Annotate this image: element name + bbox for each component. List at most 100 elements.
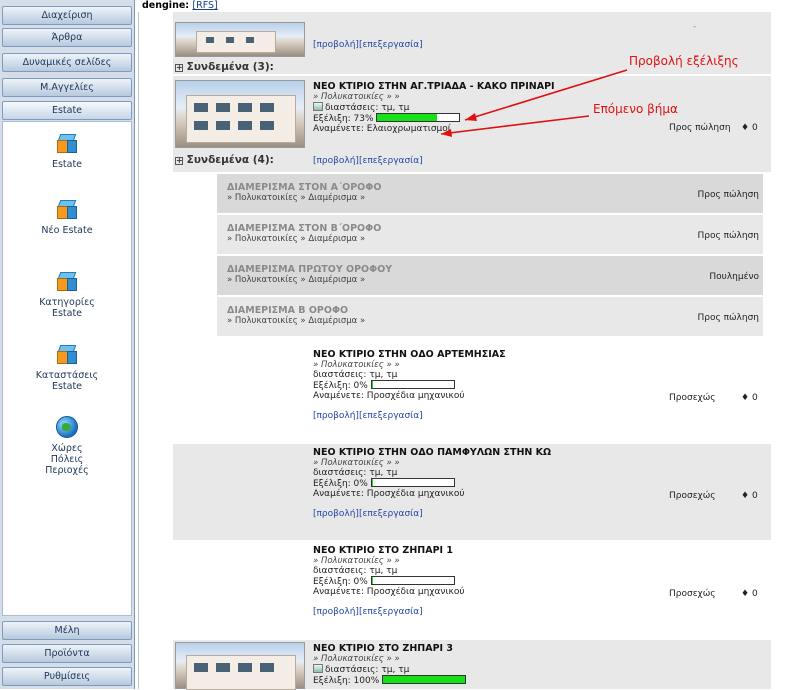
sidebar-item-ads[interactable]: Μ.Αγγελίες bbox=[2, 78, 132, 97]
subitem-status: Προς πώληση bbox=[697, 190, 759, 200]
property-title[interactable]: ΝΕΟ ΚΤΙΡΙΟ ΣΤΗΝ ΟΔΟ ΑΡΤΕΜΗΣΙΑΣ bbox=[313, 350, 506, 360]
progress-bar bbox=[382, 675, 467, 684]
sidebar-item-products[interactable]: Προϊόντα bbox=[2, 644, 132, 663]
edit-link[interactable]: [επεξεργασία] bbox=[359, 40, 423, 50]
subitem-row: ΔΙΑΜΕΡΙΣΜΑ Β ΟΡΟΦΟ » Πολυκατοικίες » Δια… bbox=[217, 297, 763, 336]
view-link[interactable]: [προβολή] bbox=[313, 411, 359, 421]
subitem-title[interactable]: ΔΙΑΜΕΡΙΣΜΑ ΣΤΟΝ Β΄ΟΡΟΦΟ bbox=[227, 223, 381, 234]
top-bar: dengine: [RFS] bbox=[142, 0, 218, 12]
edit-link[interactable]: [επεξεργασία] bbox=[359, 509, 423, 519]
property-photo bbox=[175, 22, 305, 57]
list-item: ΝΕΟ ΚΤΙΡΙΟ ΣΤΗΝ ΟΔΟ ΠΑΜΦΥΛΩΝ ΣΤΗΝ ΚΩ » Π… bbox=[173, 444, 771, 540]
sidebar-item-articles[interactable]: Άρθρα bbox=[2, 28, 132, 47]
property-path: » Πολυκατοικίες » » bbox=[313, 360, 400, 370]
tool-new-estate[interactable]: Νέο Estate bbox=[3, 198, 131, 236]
progress-label: Εξέλιξη: 73% bbox=[313, 114, 374, 124]
property-path: » Πολυκατοικίες » » bbox=[313, 92, 400, 102]
view-link[interactable]: [προβολή] bbox=[313, 156, 359, 166]
property-dims: διαστάσεις: τμ, τμ bbox=[313, 370, 398, 380]
edit-link[interactable]: [επεξεργασία] bbox=[359, 607, 423, 617]
cube-icon bbox=[54, 198, 80, 222]
edit-link[interactable]: [επεξεργασία] bbox=[359, 411, 423, 421]
subitem-row: ΔΙΑΜΕΡΙΣΜΑ ΣΤΟΝ Β΄ΟΡΟΦΟ » Πολυκατοικίες … bbox=[217, 215, 763, 254]
sidebar-item-settings[interactable]: Ρυθμίσεις bbox=[2, 667, 132, 686]
subitem-path: » Πολυκατοικίες » Διαμέρισμα » bbox=[227, 193, 366, 203]
expected-step: Αναμένετε: Ελαιοχρωματισμοί bbox=[313, 124, 451, 134]
subitem-path: » Πολυκατοικίες » Διαμέρισμα » bbox=[227, 234, 366, 244]
subitem-title[interactable]: ΔΙΑΜΕΡΙΣΜΑ ΠΡΩΤΟΥ ΟΡΟΦΟΥ bbox=[227, 264, 392, 275]
related-label: Συνδεμένα (4): bbox=[186, 154, 274, 166]
tool-estate[interactable]: Estate bbox=[3, 132, 131, 170]
related-label: Συνδεμένα (3): bbox=[186, 61, 274, 73]
subitem-title[interactable]: ΔΙΑΜΕΡΙΣΜΑ Β ΟΡΟΦΟ bbox=[227, 305, 365, 316]
progress-label: Εξέλιξη: 0% bbox=[313, 381, 368, 391]
list-item: ΝΕΟ ΚΤΙΡΙΟ ΣΤΟ ΖΗΠΑΡΙ 1 » Πολυκατοικίες … bbox=[173, 542, 771, 638]
annotation-next-step: Επόμενο βήμα bbox=[593, 102, 678, 116]
image-icon bbox=[313, 102, 323, 111]
tool-locations[interactable]: Χώρες Πόλεις Περιοχές bbox=[3, 416, 131, 476]
view-link[interactable]: [προβολή] bbox=[313, 607, 359, 617]
tool-estate-categories[interactable]: Κατηγορίες Estate bbox=[3, 270, 131, 319]
subitem-row: ΔΙΑΜΕΡΙΣΜΑ ΠΡΩΤΟΥ ΟΡΟΦΟΥ » Πολυκατοικίες… bbox=[217, 256, 763, 295]
tool-locations-label: Χώρες Πόλεις Περιοχές bbox=[45, 443, 89, 476]
tool-estate-label: Estate bbox=[51, 159, 83, 170]
property-dims: διαστάσεις: τμ, τμ bbox=[313, 566, 398, 576]
property-dims: διαστάσεις: τμ, τμ bbox=[313, 468, 398, 478]
status-text: Προς πώληση bbox=[669, 123, 731, 133]
tool-estate-categories-label: Κατηγορίες Estate bbox=[39, 297, 95, 319]
tool-estate-statuses-label: Καταστάσεις Estate bbox=[35, 370, 99, 392]
property-title[interactable]: ΝΕΟ ΚΤΙΡΙΟ ΣΤΟ ΖΗΠΑΡΙ 3 bbox=[313, 644, 466, 654]
heart-icon: ♦ bbox=[741, 123, 750, 133]
expected-step: Αναμένετε: Προσχέδια μηχανικού bbox=[313, 391, 465, 401]
property-photo bbox=[175, 80, 305, 148]
progress-bar bbox=[370, 576, 455, 585]
app-label: dengine: bbox=[142, 0, 190, 11]
tool-new-estate-label: Νέο Estate bbox=[41, 225, 93, 236]
rfs-link[interactable]: [RFS] bbox=[192, 0, 217, 11]
annotation-progress-view: Προβολή εξέλιξης bbox=[629, 54, 739, 68]
related-toggle[interactable]: + Συνδεμένα (4): bbox=[175, 154, 274, 166]
property-title[interactable]: ΝΕΟ ΚΤΙΡΙΟ ΣΤΗΝ ΟΔΟ ΠΑΜΦΥΛΩΝ ΣΤΗΝ ΚΩ bbox=[313, 448, 551, 458]
heart-icon: ♦ bbox=[741, 491, 750, 501]
progress-bar bbox=[370, 478, 455, 487]
list-item: ΝΕΟ ΚΤΙΡΙΟ ΣΤΗΝ ΑΓ.ΤΡΙΑΔΑ - ΚΑΚΟ ΠΡΙΝΑΡΙ… bbox=[173, 76, 771, 172]
sidebar: Διαχείριση Άρθρα Δυναμικές σελίδες Μ.Αγγ… bbox=[0, 0, 135, 689]
property-path: » Πολυκατοικίες » » bbox=[313, 654, 400, 664]
tool-estate-statuses[interactable]: Καταστάσεις Estate bbox=[3, 343, 131, 392]
expected-step: Αναμένετε: Προσχέδια μηχανικού bbox=[313, 489, 465, 499]
edit-link[interactable]: [επεξεργασία] bbox=[359, 156, 423, 166]
property-path: » Πολυκατοικίες » » bbox=[313, 458, 400, 468]
sidebar-item-members[interactable]: Μέλη bbox=[2, 621, 132, 640]
list-item: ΝΕΟ ΚΤΙΡΙΟ ΣΤΗΝ ΟΔΟ ΑΡΤΕΜΗΣΙΑΣ » Πολυκατ… bbox=[173, 346, 771, 442]
subitem-status: Προς πώληση bbox=[697, 231, 759, 241]
progress-bar bbox=[370, 380, 455, 389]
like-count: ♦ 0 bbox=[741, 589, 758, 599]
property-title[interactable]: ΝΕΟ ΚΤΙΡΙΟ ΣΤΟ ΖΗΠΑΡΙ 1 bbox=[313, 546, 465, 556]
sidebar-item-estate[interactable]: Estate bbox=[2, 101, 132, 120]
related-toggle[interactable]: + Συνδεμένα (3): bbox=[175, 61, 274, 73]
progress-label: Εξέλιξη: 100% bbox=[313, 676, 380, 686]
like-count: ♦ 0 bbox=[741, 491, 758, 501]
view-link[interactable]: [προβολή] bbox=[313, 40, 359, 50]
expand-icon: + bbox=[175, 63, 183, 72]
property-dims: διαστάσεις: τμ, τμ bbox=[325, 665, 410, 675]
property-list: [προβολή][επεξεργασία] - + Συνδεμένα (3)… bbox=[138, 12, 800, 690]
like-count: ♦ 0 bbox=[741, 123, 758, 133]
cube-icon bbox=[54, 132, 80, 156]
subitem-status: Προς πώληση bbox=[697, 313, 759, 323]
expected-step: Αναμένετε: Προσχέδια μηχανικού bbox=[313, 587, 465, 597]
sidebar-item-admin[interactable]: Διαχείριση bbox=[2, 6, 132, 25]
sidebar-item-dynamic-pages[interactable]: Δυναμικές σελίδες bbox=[2, 53, 132, 72]
heart-icon: ♦ bbox=[741, 589, 750, 599]
globe-icon bbox=[54, 416, 80, 440]
property-dims: διαστάσεις: τμ, τμ bbox=[325, 103, 410, 113]
view-link[interactable]: [προβολή] bbox=[313, 509, 359, 519]
progress-label: Εξέλιξη: 0% bbox=[313, 577, 368, 587]
status-text: Προσεχώς bbox=[669, 393, 716, 403]
subitem-title[interactable]: ΔΙΑΜΕΡΙΣΜΑ ΣΤΟΝ Α΄ΟΡΟΦΟ bbox=[227, 182, 381, 193]
property-path: » Πολυκατοικίες » » bbox=[313, 556, 400, 566]
like-count: ♦ 0 bbox=[741, 393, 758, 403]
row-dash: - bbox=[693, 22, 697, 32]
property-title[interactable]: ΝΕΟ ΚΤΙΡΙΟ ΣΤΗΝ ΑΓ.ΤΡΙΑΔΑ - ΚΑΚΟ ΠΡΙΝΑΡΙ bbox=[313, 82, 555, 92]
cube-icon bbox=[54, 270, 80, 294]
